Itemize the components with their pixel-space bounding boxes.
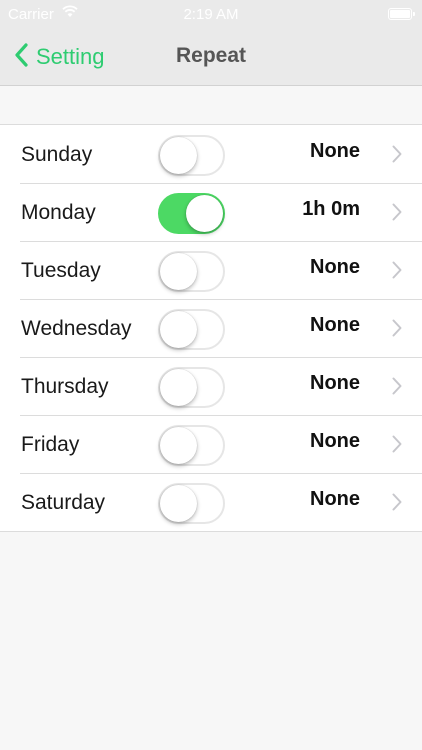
toggle-knob bbox=[186, 195, 223, 232]
status-time: 2:19 AM bbox=[183, 6, 239, 23]
day-toggle[interactable] bbox=[158, 309, 225, 350]
day-label: Thursday bbox=[21, 375, 109, 398]
battery-icon bbox=[388, 8, 415, 20]
day-toggle[interactable] bbox=[158, 425, 225, 466]
day-row-saturday[interactable]: Saturday None bbox=[0, 473, 422, 531]
chevron-right-icon bbox=[392, 203, 402, 226]
day-toggle[interactable] bbox=[158, 483, 225, 524]
toggle-knob bbox=[160, 369, 197, 406]
chevron-right-icon bbox=[392, 435, 402, 458]
duration-value: None bbox=[310, 372, 360, 394]
day-toggle[interactable] bbox=[158, 193, 225, 234]
day-row-thursday[interactable]: Thursday None bbox=[0, 357, 422, 415]
day-label: Friday bbox=[21, 433, 80, 456]
day-row-monday[interactable]: Monday 1h 0m bbox=[0, 183, 422, 241]
toggle-knob bbox=[160, 253, 197, 290]
day-label: Monday bbox=[21, 201, 96, 224]
repeat-screen: Carrier 2:19 AM Setting Repeat Sunday No… bbox=[0, 0, 422, 750]
day-label: Saturday bbox=[21, 491, 106, 514]
toggle-knob bbox=[160, 137, 197, 174]
duration-value: None bbox=[310, 256, 360, 278]
chevron-right-icon bbox=[392, 145, 402, 168]
toggle-knob bbox=[160, 311, 197, 348]
duration-value: None bbox=[310, 430, 360, 452]
day-row-tuesday[interactable]: Tuesday None bbox=[0, 241, 422, 299]
chevron-right-icon bbox=[392, 377, 402, 400]
navigation-bar: Setting Repeat bbox=[0, 30, 422, 85]
repeat-day-list: Sunday None Monday 1h 0m Tuesday None We… bbox=[0, 124, 422, 532]
day-row-sunday[interactable]: Sunday None bbox=[0, 125, 422, 183]
top-bar: Carrier 2:19 AM Setting Repeat bbox=[0, 0, 422, 86]
toggle-knob bbox=[160, 427, 197, 464]
day-row-friday[interactable]: Friday None bbox=[0, 415, 422, 473]
chevron-right-icon bbox=[392, 261, 402, 284]
day-label: Tuesday bbox=[21, 259, 101, 282]
duration-value: None bbox=[310, 140, 360, 162]
day-row-wednesday[interactable]: Wednesday None bbox=[0, 299, 422, 357]
page-title: Repeat bbox=[175, 44, 247, 67]
duration-value: None bbox=[310, 314, 360, 336]
status-bar: Carrier 2:19 AM bbox=[0, 0, 422, 30]
toggle-knob bbox=[160, 485, 197, 522]
day-toggle[interactable] bbox=[158, 367, 225, 408]
day-label: Sunday bbox=[21, 143, 93, 166]
day-toggle[interactable] bbox=[158, 251, 225, 292]
chevron-right-icon bbox=[392, 319, 402, 342]
day-toggle[interactable] bbox=[158, 135, 225, 176]
battery-level bbox=[390, 10, 410, 18]
chevron-right-icon bbox=[392, 493, 402, 516]
duration-value: None bbox=[310, 488, 360, 510]
day-label: Wednesday bbox=[21, 317, 132, 340]
duration-value: 1h 0m bbox=[302, 198, 360, 220]
